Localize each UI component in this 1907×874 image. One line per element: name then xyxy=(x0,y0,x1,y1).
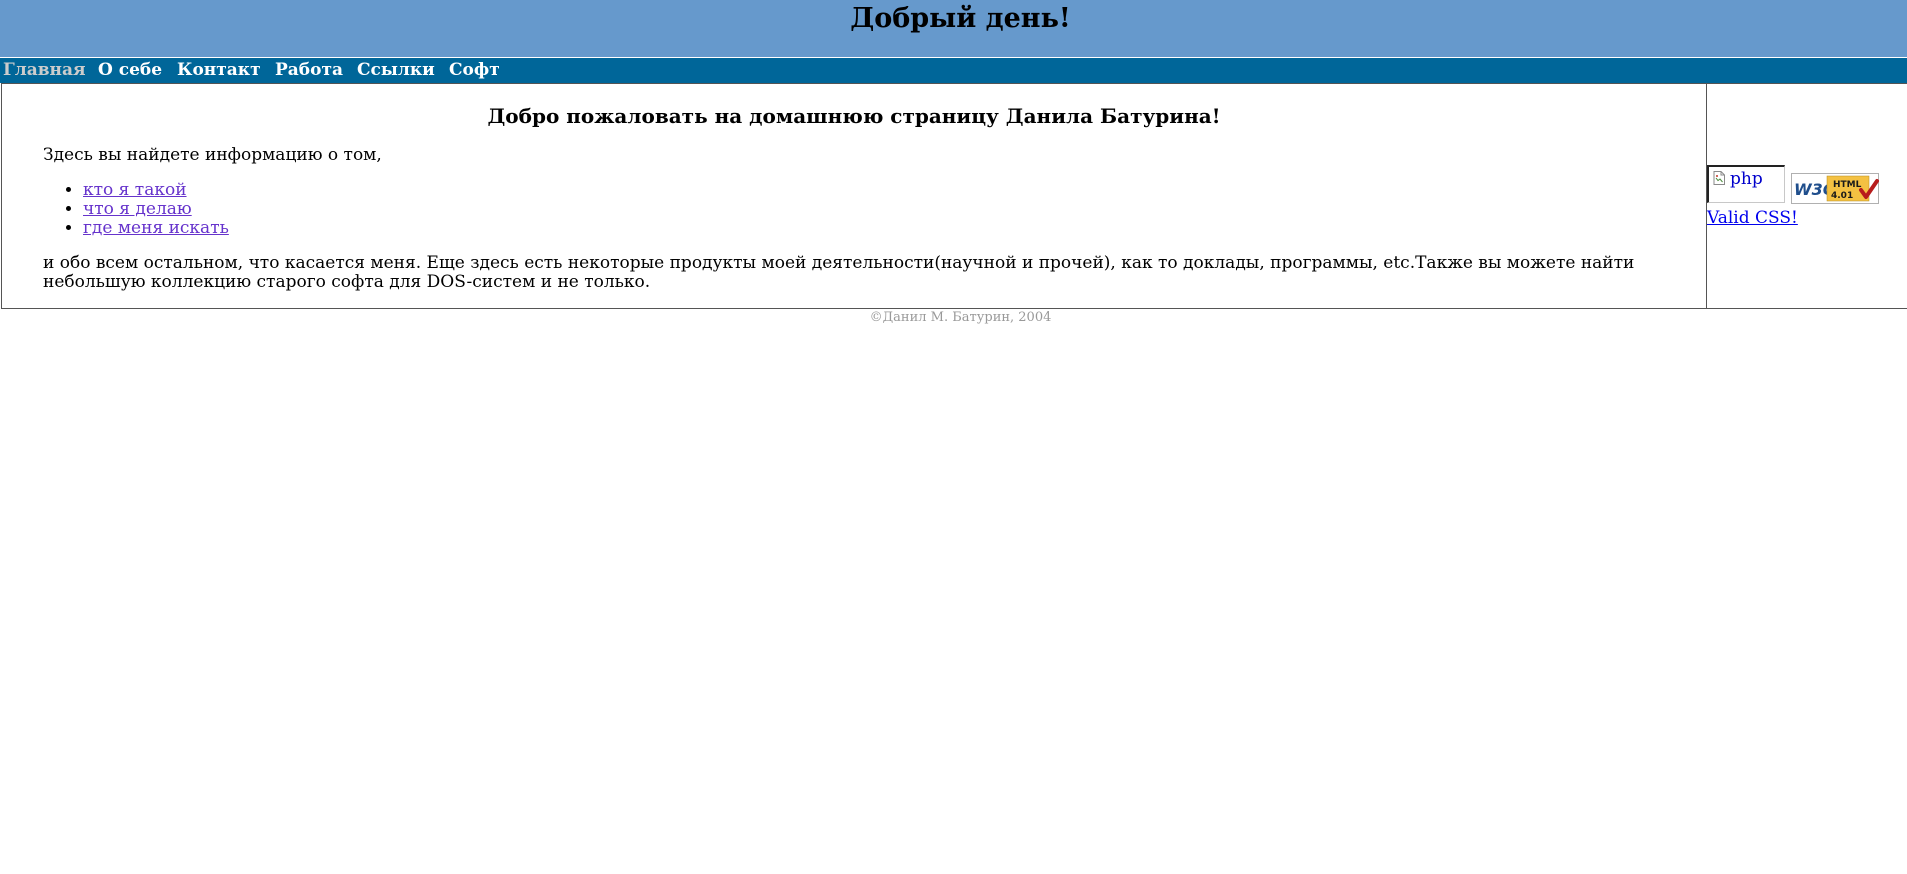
link-where-to-find-me[interactable]: где меня искать xyxy=(83,218,229,238)
php-badge-link[interactable]: php xyxy=(1707,165,1785,203)
list-item: кто я такой xyxy=(83,181,229,200)
link-who-am-i[interactable]: кто я такой xyxy=(83,180,187,200)
main-nav: Главная О себе Контакт Работа Ссылки Соф… xyxy=(0,58,1907,83)
svg-text:4.01: 4.01 xyxy=(1831,191,1853,201)
site-title: Добрый день! xyxy=(850,3,1071,34)
content-cell: Добро пожаловать на домашнюю страницу Да… xyxy=(1,83,1707,309)
main-layout-table: Добро пожаловать на домашнюю страницу Да… xyxy=(0,83,1907,309)
footer-copyright: ©Данил М. Батурин, 2004 xyxy=(869,310,1052,325)
link-what-i-do[interactable]: что я делаю xyxy=(83,199,192,219)
topics-list: кто я такой что я делаю где меня искать xyxy=(43,181,229,238)
list-item: что я делаю xyxy=(83,200,229,219)
w3c-badge-text: HTML xyxy=(1833,180,1862,190)
nav-item-about[interactable]: О себе xyxy=(98,58,162,83)
list-item: где меня искать xyxy=(83,219,229,238)
broken-image-icon xyxy=(1713,171,1725,185)
valid-css-link[interactable]: Valid CSS! xyxy=(1707,208,1798,228)
outro-text: и обо всем остальном, что касается меня.… xyxy=(43,253,1635,292)
intro-text: Здесь вы найдете информацию о том, xyxy=(43,145,382,165)
nav-item-soft[interactable]: Софт xyxy=(449,58,500,83)
nav-item-contact[interactable]: Контакт xyxy=(177,58,261,83)
side-cell: php W3C HTML 4.01 Valid CSS! xyxy=(1706,83,1907,309)
page-header: Добрый день! xyxy=(0,0,1907,57)
nav-item-links[interactable]: Ссылки xyxy=(357,58,435,83)
nav-item-work[interactable]: Работа xyxy=(275,58,343,83)
php-badge-alt-text: php xyxy=(1730,169,1763,189)
nav-item-home[interactable]: Главная xyxy=(3,58,86,83)
w3c-html401-valid-badge[interactable]: W3C HTML 4.01 xyxy=(1791,173,1879,204)
welcome-heading: Добро пожаловать на домашнюю страницу Да… xyxy=(487,104,1221,128)
